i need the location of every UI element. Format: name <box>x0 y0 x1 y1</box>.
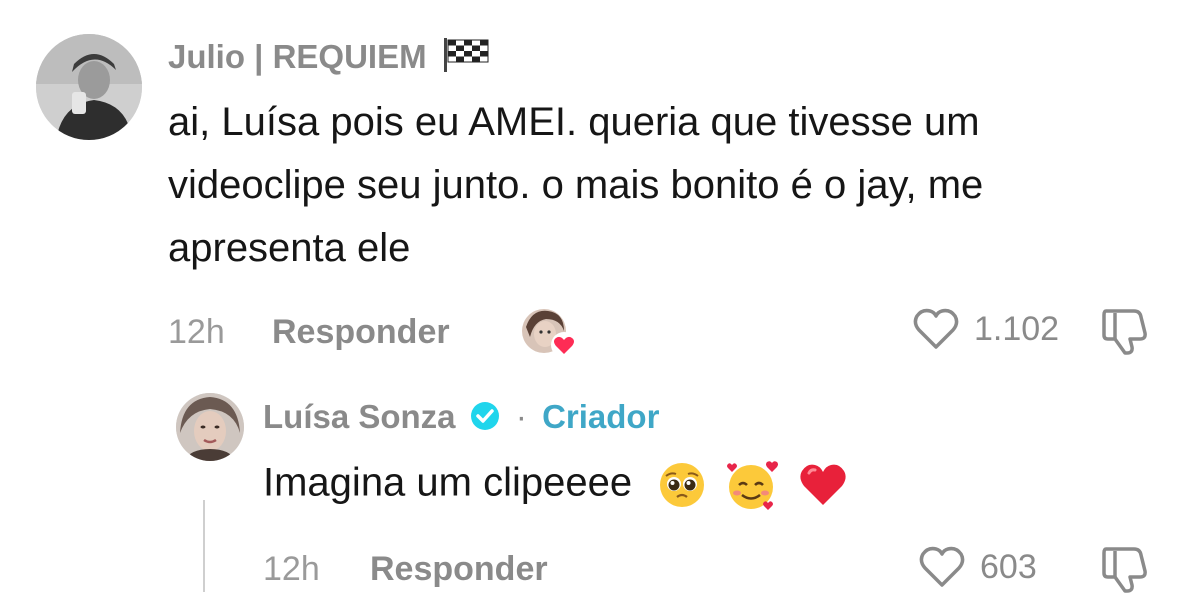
reply-like-count: 603 <box>980 547 1037 586</box>
creator-photo-icon <box>176 393 244 461</box>
checkered-flag-icon <box>443 38 489 72</box>
commenter-username[interactable]: Julio | REQUIEM <box>168 38 490 76</box>
creator-username-row: Luísa Sonza · Criador <box>263 398 659 436</box>
reply-thread-line <box>203 500 205 592</box>
comment-text-line-2: videoclipe seu junto. o mais bonito é o … <box>168 163 984 207</box>
reply-text: Imagina um clipeeee <box>263 460 633 505</box>
reply-like-button[interactable]: 603 <box>918 545 1037 589</box>
pleading-face-emoji <box>660 463 705 507</box>
comment-text-line-1: ai, Luísa pois eu AMEI. queria que tives… <box>168 100 980 144</box>
red-heart-emoji <box>800 464 847 505</box>
heart-outline-icon <box>919 546 965 587</box>
reply-time: 12h <box>263 550 320 588</box>
like-button[interactable]: 1.102 <box>912 307 1059 351</box>
dislike-button[interactable] <box>1100 305 1154 360</box>
comment-time: 12h <box>168 313 225 351</box>
thumbs-down-icon <box>1102 547 1147 593</box>
like-count: 1.102 <box>974 309 1060 348</box>
user-photo-icon <box>36 34 142 140</box>
reply-dislike-button[interactable] <box>1100 543 1154 598</box>
heart-outline-icon <box>913 308 959 349</box>
creator-badge: Criador <box>542 398 660 435</box>
creator-avatar-heart-icon <box>522 309 577 358</box>
verified-badge-icon <box>470 402 499 430</box>
creator-username[interactable]: Luísa Sonza <box>263 398 456 435</box>
smiling-face-with-hearts-emoji <box>727 461 779 510</box>
creator-liked-badge <box>520 307 580 359</box>
creator-avatar[interactable] <box>176 393 244 461</box>
reply-reply-button[interactable]: Responder <box>370 550 548 589</box>
commenter-avatar[interactable] <box>36 34 142 140</box>
reply-text-row: Imagina um clipeeee <box>263 458 849 512</box>
reply-button[interactable]: Responder <box>272 313 450 352</box>
thumbs-down-icon <box>1102 309 1147 355</box>
comments-thread: Julio | REQUIEM ai, Luísa pois eu AMEI. … <box>0 0 1200 606</box>
comment-text-line-3: apresenta ele <box>168 226 411 270</box>
separator-dot: · <box>515 398 527 435</box>
